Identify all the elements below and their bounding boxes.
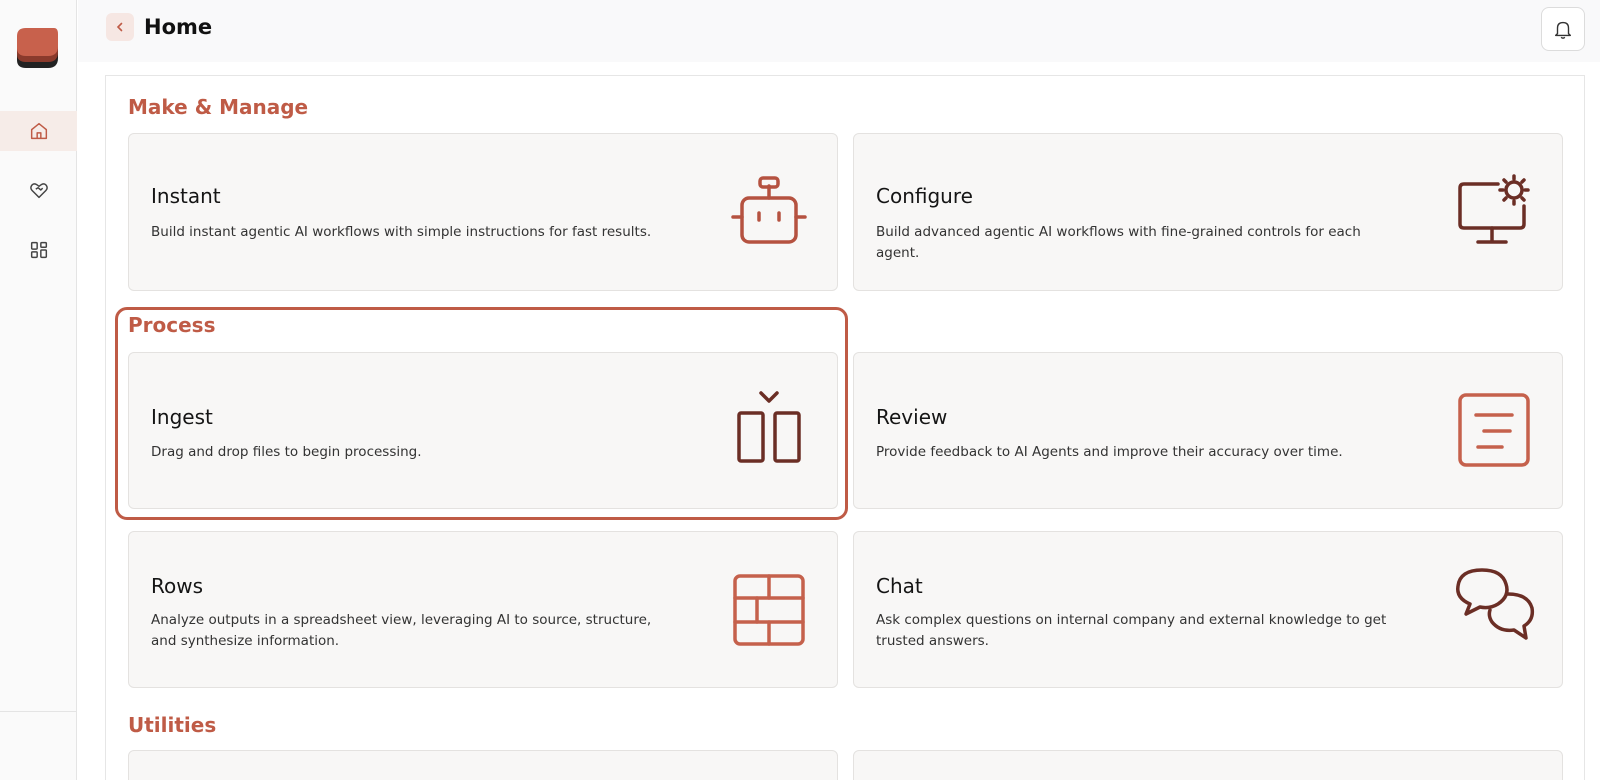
card-configure[interactable]: Configure Build advanced agentic AI work… — [853, 133, 1563, 291]
card-utility-1[interactable] — [128, 750, 838, 780]
card-review[interactable]: Review Provide feedback to AI Agents and… — [853, 352, 1563, 509]
card-title: Rows — [151, 574, 204, 598]
page-title: Home — [144, 15, 213, 39]
card-title: Configure — [876, 184, 973, 208]
layered-logo-icon[interactable] — [14, 24, 60, 70]
chat-bubbles-icon — [1456, 568, 1535, 640]
card-title: Review — [876, 405, 948, 429]
card-title: Instant — [151, 184, 221, 208]
card-instant[interactable]: Instant Build instant agentic AI workflo… — [128, 133, 838, 291]
back-button[interactable] — [106, 13, 134, 41]
section-heading-make-manage: Make & Manage — [128, 95, 309, 119]
card-title: Chat — [876, 574, 923, 598]
sidebar — [0, 0, 77, 780]
home-icon — [30, 122, 47, 140]
card-utility-2[interactable] — [853, 750, 1563, 780]
sidebar-item-home[interactable] — [0, 111, 77, 151]
monitor-gear-icon — [1458, 174, 1530, 244]
sidebar-item-apps[interactable] — [0, 230, 77, 270]
card-description: Analyze outputs in a spreadsheet view, l… — [151, 612, 652, 649]
process-highlight-frame — [115, 307, 848, 520]
card-description: Build instant agentic AI workflows with … — [151, 224, 652, 240]
notifications-button[interactable] — [1541, 7, 1585, 51]
bell-icon — [1554, 21, 1572, 39]
grid-icon — [30, 241, 47, 259]
card-description: Ask complex questions on internal compan… — [876, 612, 1387, 649]
table-icon — [733, 574, 805, 646]
card-rows[interactable]: Rows Analyze outputs in a spreadsheet vi… — [128, 531, 838, 688]
top-header: Home — [78, 0, 1600, 62]
sidebar-item-favorites[interactable] — [0, 170, 77, 210]
card-description: Provide feedback to AI Agents and improv… — [876, 444, 1343, 460]
heart-handshake-icon — [29, 183, 48, 199]
sidebar-divider — [0, 711, 77, 712]
section-heading-utilities: Utilities — [128, 713, 217, 737]
card-chat[interactable]: Chat Ask complex questions on internal c… — [853, 531, 1563, 688]
card-description: Build advanced agentic AI workflows with… — [876, 224, 1361, 261]
robot-icon — [731, 176, 807, 244]
chevron-left-icon — [116, 22, 123, 32]
document-lines-icon — [1458, 393, 1530, 467]
